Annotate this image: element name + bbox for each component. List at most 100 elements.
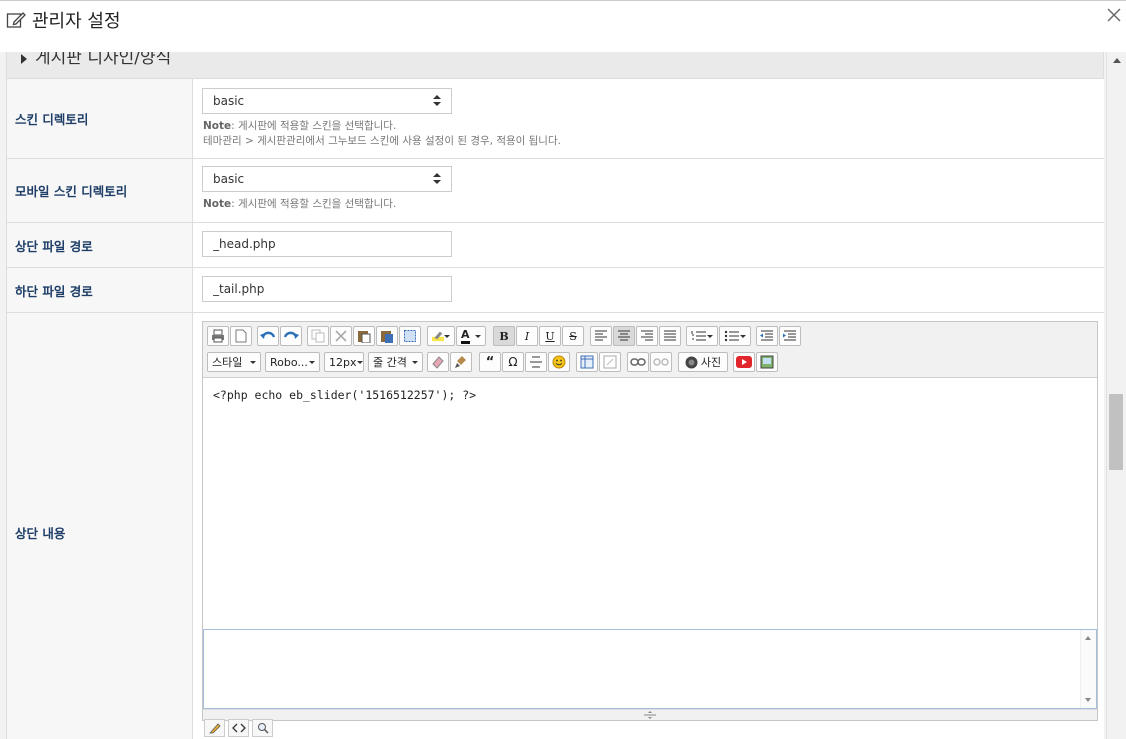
help-note: Note: 게시판에 적용할 스킨을 선택합니다. bbox=[203, 197, 396, 212]
chevron-down-icon bbox=[309, 360, 315, 364]
clipboard-word-icon bbox=[381, 331, 393, 343]
page-scrollbar[interactable] bbox=[1106, 52, 1126, 739]
select-arrows-icon bbox=[433, 173, 441, 185]
select-value: basic bbox=[213, 94, 245, 108]
row-label: 하단 파일 경로 bbox=[7, 268, 193, 312]
line-spacing-dropdown[interactable]: 줄 간격 bbox=[368, 352, 423, 372]
new-page-button[interactable] bbox=[230, 326, 252, 346]
align-right-button[interactable] bbox=[636, 326, 658, 346]
table-icon bbox=[580, 355, 594, 369]
format-painter-button[interactable] bbox=[450, 352, 472, 372]
head-file-input[interactable] bbox=[202, 231, 452, 257]
chevron-down-icon bbox=[707, 334, 713, 338]
magnifier-icon bbox=[257, 723, 269, 734]
scroll-down-icon[interactable] bbox=[1085, 698, 1091, 702]
section-title: 게시판 디자인/양식 bbox=[35, 52, 172, 68]
horizontal-rule-icon bbox=[530, 356, 542, 368]
redo-icon bbox=[283, 331, 299, 339]
tab-html-mode[interactable] bbox=[228, 719, 249, 737]
scrollbar-thumb[interactable] bbox=[1109, 394, 1123, 470]
align-left-button[interactable] bbox=[590, 326, 612, 346]
unlink-button[interactable] bbox=[650, 352, 672, 372]
close-icon[interactable] bbox=[1106, 7, 1122, 23]
select-all-button[interactable] bbox=[399, 326, 421, 346]
outdent-icon bbox=[760, 330, 773, 341]
source-scrollbar[interactable] bbox=[1080, 630, 1096, 708]
undo-button[interactable] bbox=[257, 326, 279, 346]
editor-source-pane[interactable] bbox=[203, 629, 1097, 709]
template-button[interactable] bbox=[599, 352, 621, 372]
bullet-list-icon bbox=[724, 330, 739, 342]
mobile-skin-directory-select[interactable]: basic bbox=[202, 166, 452, 192]
special-char-button[interactable]: Ω bbox=[502, 352, 524, 372]
font-size-dropdown[interactable]: 12px bbox=[324, 352, 364, 372]
row-head-file: 상단 파일 경로 bbox=[6, 223, 1104, 268]
cut-button[interactable] bbox=[330, 326, 352, 346]
select-arrows-icon bbox=[433, 95, 441, 107]
code-icon bbox=[231, 723, 246, 733]
table-button[interactable] bbox=[576, 352, 598, 372]
tab-preview-mode[interactable] bbox=[252, 719, 273, 737]
editor-resize-handle[interactable] bbox=[203, 709, 1097, 720]
underline-button[interactable]: U bbox=[539, 326, 561, 346]
style-dropdown[interactable]: 스타일 bbox=[207, 352, 261, 372]
align-left-icon bbox=[595, 330, 607, 341]
blockquote-button[interactable]: “ bbox=[479, 352, 501, 372]
ordered-list-icon bbox=[691, 331, 706, 341]
chevron-down-icon bbox=[412, 360, 418, 364]
dialog-title: 관리자 설정 bbox=[32, 11, 121, 32]
chevron-down-icon bbox=[250, 360, 256, 364]
outdent-button[interactable] bbox=[756, 326, 778, 346]
scroll-up-icon[interactable] bbox=[1085, 636, 1091, 640]
select-all-icon bbox=[404, 330, 416, 342]
align-center-button[interactable] bbox=[613, 326, 635, 346]
image-icon bbox=[760, 355, 774, 369]
note-prefix: Note bbox=[203, 120, 232, 132]
redo-button[interactable] bbox=[280, 326, 302, 346]
bold-button[interactable]: B bbox=[493, 326, 515, 346]
justify-button[interactable] bbox=[659, 326, 681, 346]
photo-button[interactable]: 사진 bbox=[678, 352, 728, 372]
link-button[interactable] bbox=[627, 352, 649, 372]
caret-right-icon bbox=[21, 54, 27, 64]
youtube-icon bbox=[736, 356, 752, 368]
highlighter-icon bbox=[432, 331, 444, 342]
skin-directory-select[interactable]: basic bbox=[202, 88, 452, 114]
editor-content-area[interactable]: <?php echo eb_slider('1516512257'); ?> bbox=[203, 379, 1097, 629]
scroll-up-icon[interactable] bbox=[1113, 58, 1121, 63]
font-color-dropdown[interactable]: A bbox=[456, 326, 486, 346]
paste-word-button[interactable] bbox=[376, 326, 398, 346]
scissors-icon bbox=[335, 330, 347, 342]
ordered-list-dropdown[interactable] bbox=[686, 326, 718, 346]
paste-button[interactable] bbox=[353, 326, 375, 346]
align-center-icon bbox=[618, 330, 630, 341]
row-head-content: 상단 내용 A B I U S 스타일 Robo... 12px 줄 간격 “ … bbox=[6, 313, 1104, 739]
bullet-list-dropdown[interactable] bbox=[719, 326, 751, 346]
indent-button[interactable] bbox=[779, 326, 801, 346]
highlight-dropdown[interactable] bbox=[427, 326, 455, 346]
font-family-dropdown[interactable]: Robo... bbox=[265, 352, 320, 372]
row-tail-file: 하단 파일 경로 bbox=[6, 268, 1104, 313]
image-button[interactable] bbox=[756, 352, 778, 372]
strikethrough-button[interactable]: S bbox=[562, 326, 584, 346]
horizontal-rule-button[interactable] bbox=[525, 352, 547, 372]
emoticon-button[interactable] bbox=[548, 352, 570, 372]
row-label: 모바일 스킨 디렉토리 bbox=[7, 159, 193, 222]
template-icon bbox=[603, 355, 617, 369]
chevron-down-icon bbox=[475, 334, 481, 338]
note-text: : 게시판에 적용할 스킨을 선택합니다. bbox=[231, 120, 397, 132]
indent-icon bbox=[783, 330, 796, 341]
tab-editor-mode[interactable] bbox=[204, 719, 225, 737]
remove-format-button[interactable] bbox=[427, 352, 449, 372]
print-icon bbox=[212, 329, 224, 343]
note-text-line2: 테마관리 > 게시판관리에서 그누보드 스킨에 사용 설정이 된 경우, 적용이… bbox=[203, 135, 561, 147]
video-button[interactable] bbox=[733, 352, 755, 372]
italic-button[interactable]: I bbox=[516, 326, 538, 346]
copy-button[interactable] bbox=[307, 326, 329, 346]
row-label: 상단 파일 경로 bbox=[7, 223, 193, 267]
section-header[interactable]: 게시판 디자인/양식 bbox=[6, 52, 1104, 79]
print-button[interactable] bbox=[207, 326, 229, 346]
chevron-down-icon bbox=[444, 334, 450, 338]
style-label: 스타일 bbox=[212, 356, 243, 369]
tail-file-input[interactable] bbox=[202, 276, 452, 302]
